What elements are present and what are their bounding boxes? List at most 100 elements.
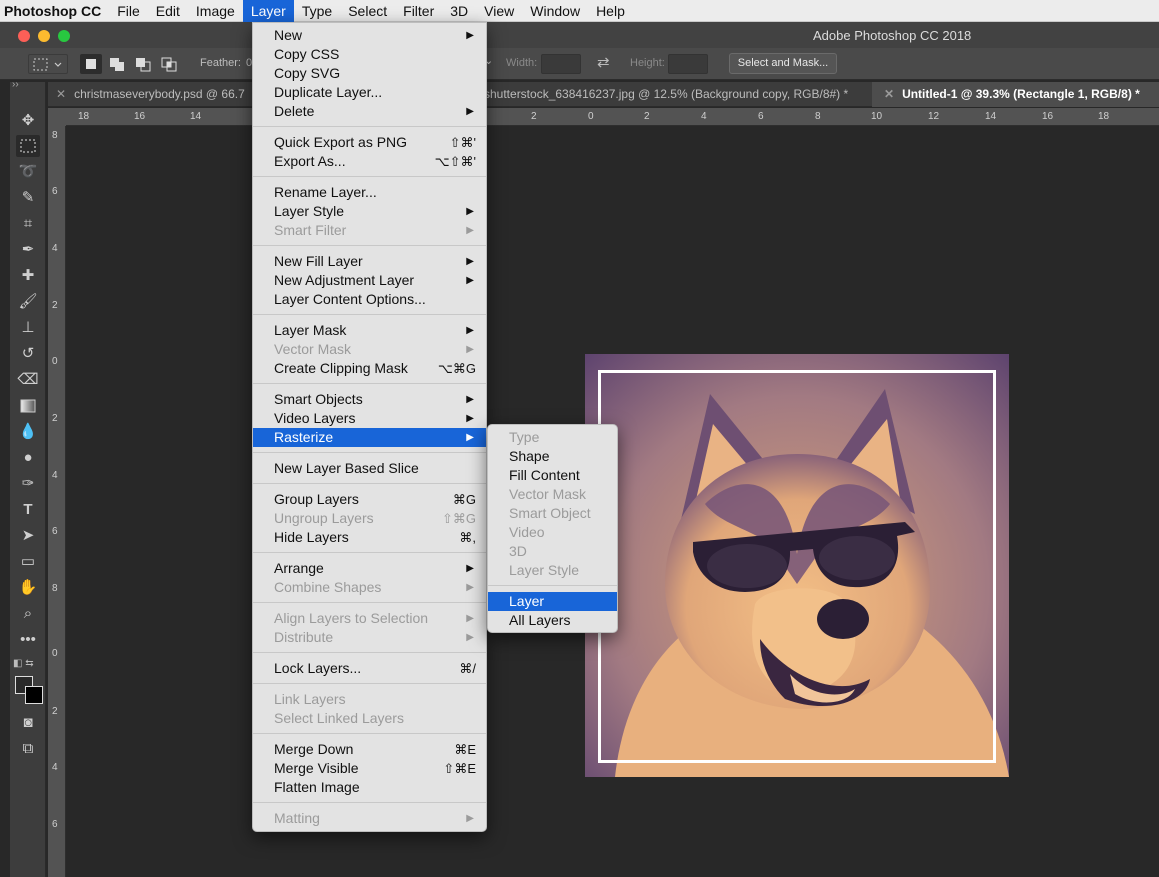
layer-menu-item-new[interactable]: New ▶ xyxy=(253,26,486,45)
gradient-icon[interactable] xyxy=(16,395,40,417)
layer-menu-item-hide-layers[interactable]: Hide Layers ⌘, xyxy=(253,528,486,547)
swap-dimensions-icon[interactable]: ⇄ xyxy=(597,53,610,71)
menu-item-label: All Layers xyxy=(509,612,571,628)
layer-menu-item-lock-layers[interactable]: Lock Layers... ⌘/ xyxy=(253,659,486,678)
close-window-button[interactable] xyxy=(18,30,30,42)
layer-menu-item-group-layers[interactable]: Group Layers ⌘G xyxy=(253,490,486,509)
ruler-label: 12 xyxy=(928,111,940,122)
screen-mode-icon[interactable]: ⧉ xyxy=(16,738,40,760)
app-menu[interactable]: Photoshop CC xyxy=(0,0,109,22)
close-tab-icon[interactable]: ✕ xyxy=(884,87,894,101)
move-tool-icon[interactable]: ✥ xyxy=(16,110,40,132)
brush-icon[interactable]: 🖌 xyxy=(16,291,40,313)
tab-untitled-1[interactable]: ✕ Untitled-1 @ 39.3% (Rectangle 1, RGB/8)… xyxy=(872,82,1159,107)
layer-menu-item-copy-css[interactable]: Copy CSS xyxy=(253,45,486,64)
menu-layer[interactable]: Layer xyxy=(242,0,294,22)
layer-menu-item-arrange[interactable]: Arrange ▶ xyxy=(253,559,486,578)
layer-menu-item-rasterize[interactable]: Rasterize ▶ xyxy=(253,428,486,447)
menu-item-label: Select Linked Layers xyxy=(274,710,404,726)
quick-mask-icon[interactable]: ◙ xyxy=(16,712,40,734)
layer-menu-item-merge-visible[interactable]: Merge Visible ⇧⌘E xyxy=(253,759,486,778)
eraser-icon[interactable]: ⌫ xyxy=(16,369,40,391)
new-selection-button[interactable] xyxy=(80,54,102,74)
menu-filter[interactable]: Filter xyxy=(395,0,442,22)
subtract-from-selection-button[interactable] xyxy=(132,54,154,74)
menu-item-shortcut: ⇧⌘E xyxy=(443,761,476,776)
menu-view[interactable]: View xyxy=(476,0,522,22)
layer-menu-item-layer-style[interactable]: Layer Style ▶ xyxy=(253,202,486,221)
submenu-arrow-icon: ▶ xyxy=(466,563,474,574)
rasterize-item-shape[interactable]: Shape xyxy=(488,447,617,466)
submenu-arrow-icon: ▶ xyxy=(466,432,474,443)
menu-3d[interactable]: 3D xyxy=(442,0,476,22)
layer-menu-item-new-adjustment-layer[interactable]: New Adjustment Layer ▶ xyxy=(253,271,486,290)
menu-image[interactable]: Image xyxy=(188,0,243,22)
default-colors-icon[interactable]: ◧ ⇆ xyxy=(13,658,34,669)
layer-menu-item-smart-objects[interactable]: Smart Objects ▶ xyxy=(253,390,486,409)
mac-menubar: Photoshop CC File Edit Image Layer Type … xyxy=(0,0,1159,22)
rectangle-frame[interactable] xyxy=(598,370,996,763)
layer-menu-item-new-fill-layer[interactable]: New Fill Layer ▶ xyxy=(253,252,486,271)
layer-menu-item-delete[interactable]: Delete ▶ xyxy=(253,102,486,121)
quick-select-icon[interactable]: ✎ xyxy=(16,187,40,209)
select-and-mask-button[interactable]: Select and Mask... xyxy=(729,53,837,74)
rectangle-icon[interactable]: ▭ xyxy=(16,551,40,573)
height-input[interactable] xyxy=(668,54,708,74)
history-brush-icon[interactable]: ↺ xyxy=(16,343,40,365)
rasterize-item-layer[interactable]: Layer xyxy=(488,592,617,611)
lasso-icon[interactable]: ➰ xyxy=(16,161,40,183)
rasterize-item-all-layers[interactable]: All Layers xyxy=(488,611,617,630)
layer-menu-item-new-layer-based-slice[interactable]: New Layer Based Slice xyxy=(253,459,486,478)
minimize-window-button[interactable] xyxy=(38,30,50,42)
clone-stamp-icon[interactable]: ⊥ xyxy=(16,317,40,339)
path-select-icon[interactable]: ➤ xyxy=(16,525,40,547)
layer-menu-item-quick-export-as-png[interactable]: Quick Export as PNG ⇧⌘' xyxy=(253,133,486,152)
layer-menu-item-flatten-image[interactable]: Flatten Image xyxy=(253,778,486,797)
layer-menu-item-merge-down[interactable]: Merge Down ⌘E xyxy=(253,740,486,759)
ruler-label: 8 xyxy=(52,130,58,141)
ruler-label: 0 xyxy=(52,356,58,367)
eyedropper-icon[interactable]: ✒ xyxy=(16,239,40,261)
submenu-arrow-icon: ▶ xyxy=(466,275,474,286)
type-icon[interactable]: T xyxy=(16,499,40,521)
maximize-window-button[interactable] xyxy=(58,30,70,42)
layer-menu-item-create-clipping-mask[interactable]: Create Clipping Mask ⌥⌘G xyxy=(253,359,486,378)
crop-icon[interactable]: ⌗ xyxy=(16,213,40,235)
rectangular-marquee-icon[interactable] xyxy=(16,135,40,157)
layer-menu-item-copy-svg[interactable]: Copy SVG xyxy=(253,64,486,83)
rasterize-item-fill-content[interactable]: Fill Content xyxy=(488,466,617,485)
layer-menu-item-link-layers: Link Layers xyxy=(253,690,486,709)
pen-icon[interactable]: ✑ xyxy=(16,473,40,495)
width-input[interactable] xyxy=(541,54,581,74)
layer-menu-item-video-layers[interactable]: Video Layers ▶ xyxy=(253,409,486,428)
menu-item-label: Merge Down xyxy=(274,741,354,757)
tab-christmas[interactable]: ✕ christmaseverybody.psd @ 66.7 xyxy=(56,82,245,107)
ruler-label: 4 xyxy=(52,470,58,481)
blur-icon[interactable]: 💧 xyxy=(16,421,40,443)
menu-select[interactable]: Select xyxy=(340,0,395,22)
background-color-swatch[interactable] xyxy=(25,686,43,704)
intersect-selection-button[interactable] xyxy=(158,54,180,74)
menu-file[interactable]: File xyxy=(109,0,148,22)
menu-edit[interactable]: Edit xyxy=(148,0,188,22)
more-tools-icon[interactable]: ••• xyxy=(16,629,40,651)
healing-brush-icon[interactable]: ✚ xyxy=(16,265,40,287)
layer-menu-item-layer-mask[interactable]: Layer Mask ▶ xyxy=(253,321,486,340)
options-bar: Feather: 0 ⌄ Width: ⇄ Height: Select and… xyxy=(0,48,1159,80)
close-tab-icon[interactable]: ✕ xyxy=(56,87,66,101)
collapse-panel-icon[interactable]: ›› xyxy=(12,79,19,90)
layer-menu-item-export-as[interactable]: Export As... ⌥⇧⌘' xyxy=(253,152,486,171)
add-to-selection-button[interactable] xyxy=(106,54,128,74)
layer-menu-item-duplicate-layer[interactable]: Duplicate Layer... xyxy=(253,83,486,102)
zoom-icon[interactable]: ⌕ xyxy=(16,603,40,625)
layer-menu-item-layer-content-options[interactable]: Layer Content Options... xyxy=(253,290,486,309)
menu-window[interactable]: Window xyxy=(522,0,588,22)
menu-type[interactable]: Type xyxy=(294,0,340,22)
tool-preset-picker[interactable] xyxy=(28,54,68,74)
hand-icon[interactable]: ✋ xyxy=(16,577,40,599)
tab-shutterstock[interactable]: shutterstock_638416237.jpg @ 12.5% (Back… xyxy=(484,82,848,107)
dodge-icon[interactable]: ● xyxy=(16,447,40,469)
menu-help[interactable]: Help xyxy=(588,0,633,22)
menu-item-label: Flatten Image xyxy=(274,779,360,795)
layer-menu-item-rename-layer[interactable]: Rename Layer... xyxy=(253,183,486,202)
